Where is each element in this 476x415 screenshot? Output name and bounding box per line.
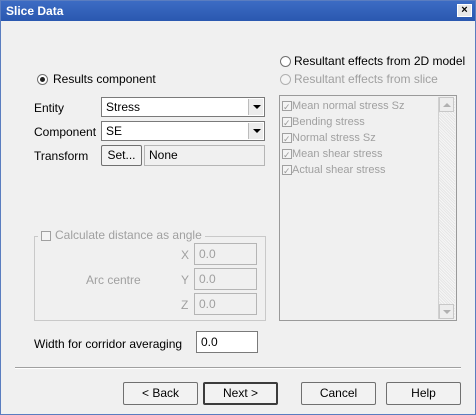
scroll-up-icon[interactable] <box>439 97 454 112</box>
help-button[interactable]: Help <box>386 382 461 405</box>
resultant-2d-radio[interactable] <box>280 56 291 67</box>
arc-centre-label: Arc centre <box>86 273 141 287</box>
z-input[interactable]: 0.0 <box>194 293 257 315</box>
list-item[interactable]: Actual shear stress <box>282 162 404 179</box>
angle-group-header: Calculate distance as angle <box>38 228 205 242</box>
y-label: Y <box>181 273 190 287</box>
component-label: Component <box>34 125 97 139</box>
chevron-down-icon[interactable] <box>248 99 263 115</box>
slice-data-dialog: Slice Data × Resultant effects from 2D m… <box>0 0 476 415</box>
transform-set-button[interactable]: Set... <box>101 145 142 166</box>
corridor-width-input[interactable]: 0.0 <box>196 331 258 353</box>
checkbox[interactable] <box>282 147 292 163</box>
chevron-down-icon[interactable] <box>248 123 263 139</box>
list-item[interactable]: Bending stress <box>282 114 404 131</box>
calculate-angle-label: Calculate distance as angle <box>55 228 202 242</box>
x-label: X <box>181 248 190 262</box>
checkbox[interactable] <box>282 163 292 179</box>
component-combo[interactable]: SE <box>101 121 265 141</box>
results-component-radio[interactable] <box>37 74 48 85</box>
resultant-slice-radio[interactable] <box>280 74 291 85</box>
cancel-button[interactable]: Cancel <box>301 382 376 405</box>
close-icon: × <box>461 4 468 16</box>
calculate-angle-checkbox[interactable] <box>41 230 51 241</box>
list-scrollbar[interactable] <box>438 97 455 319</box>
back-button[interactable]: < Back <box>123 382 198 405</box>
corridor-label: Width for corridor averaging <box>34 337 183 351</box>
transform-label: Transform <box>34 149 89 163</box>
separator <box>15 367 461 369</box>
y-input[interactable]: 0.0 <box>194 268 257 290</box>
entity-value: Stress <box>106 100 141 114</box>
next-button[interactable]: Next > <box>203 382 278 405</box>
list-item[interactable]: Mean normal stress Sz <box>282 98 404 115</box>
title-bar: Slice Data × <box>1 1 475 21</box>
close-button[interactable]: × <box>457 4 472 17</box>
x-input[interactable]: 0.0 <box>194 243 257 265</box>
checkbox[interactable] <box>282 99 292 115</box>
transform-value: None <box>144 145 265 166</box>
z-label: Z <box>181 298 189 312</box>
resultant-2d-label: Resultant effects from 2D model <box>294 54 466 68</box>
results-component-label: Results component <box>53 72 156 86</box>
resultant-effects-list[interactable]: Mean normal stress Sz Bending stress Nor… <box>279 95 457 321</box>
list-item[interactable]: Normal stress Sz <box>282 130 404 147</box>
checkbox[interactable] <box>282 115 292 131</box>
entity-combo[interactable]: Stress <box>101 97 265 117</box>
window-title: Slice Data <box>6 4 64 18</box>
effects-items: Mean normal stress Sz Bending stress Nor… <box>282 98 404 179</box>
resultant-slice-label: Resultant effects from slice <box>294 72 438 86</box>
list-item[interactable]: Mean shear stress <box>282 146 404 163</box>
scroll-down-icon[interactable] <box>439 304 454 319</box>
entity-label: Entity <box>34 101 65 115</box>
checkbox[interactable] <box>282 131 292 147</box>
component-value: SE <box>106 124 123 138</box>
